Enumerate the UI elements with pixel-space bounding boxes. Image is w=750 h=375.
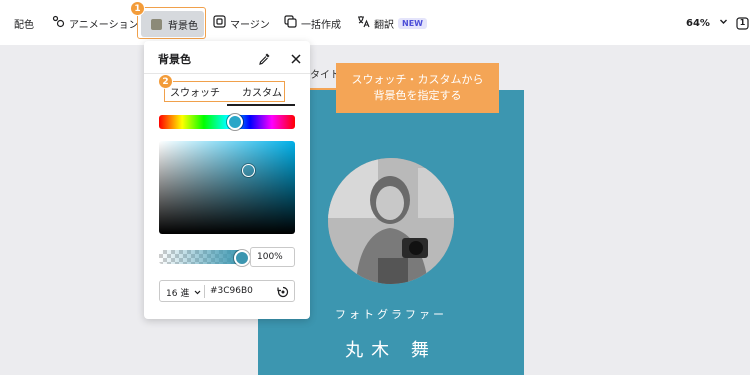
background-highlight-box (137, 7, 206, 39)
zoom-selector[interactable]: 64% (686, 13, 728, 33)
name-text: 丸木 舞 (345, 340, 437, 361)
hex-input[interactable]: #3C96B0 (210, 286, 253, 296)
translate-button[interactable]: 翻訳 NEW (357, 13, 427, 33)
bulk-create-label: 一括作成 (301, 19, 341, 31)
margin-button[interactable]: マージン (213, 13, 270, 33)
new-badge: NEW (398, 17, 427, 29)
translate-icon (357, 15, 370, 31)
animation-icon (52, 15, 65, 31)
margin-label: マージン (230, 19, 270, 31)
color-scheme-label: 配色 (14, 19, 34, 31)
active-tab-indicator (227, 104, 295, 106)
opacity-input[interactable]: 100% (250, 247, 295, 267)
translate-label: 翻訳 (374, 19, 394, 31)
chevron-down-icon (194, 290, 201, 295)
page-button[interactable]: 1 (736, 13, 749, 33)
color-picker-thumb[interactable] (242, 164, 255, 177)
step-badge-1: 1 (130, 1, 145, 16)
callout-line-2: 背景色を指定する (373, 89, 462, 102)
color-mode-select[interactable]: 16 進 (166, 286, 201, 299)
instruction-callout: スウォッチ・カスタムから 背景色を指定する (336, 63, 499, 113)
reset-color-icon[interactable] (276, 284, 290, 303)
margin-icon (213, 15, 226, 31)
opacity-gradient (159, 250, 241, 264)
hue-slider-thumb[interactable] (227, 114, 243, 130)
page-count: 1 (739, 17, 746, 27)
bulk-create-button[interactable]: 一括作成 (284, 13, 341, 33)
panel-title: 背景色 (158, 53, 191, 66)
tabs-highlight-box (164, 81, 285, 102)
chevron-down-icon (719, 17, 728, 29)
opacity-slider-thumb[interactable] (234, 250, 250, 266)
close-icon[interactable] (290, 50, 302, 69)
saturation-value-picker[interactable] (159, 141, 295, 234)
hex-divider (204, 285, 205, 298)
zoom-value: 64% (686, 17, 710, 29)
color-mode-label: 16 進 (166, 289, 190, 299)
animation-label: アニメーション (69, 19, 139, 31)
animation-button[interactable]: アニメーション (52, 13, 139, 33)
profile-photo[interactable] (328, 158, 454, 284)
color-scheme-button[interactable]: 配色 (14, 13, 34, 33)
editor-toolbar: 配色 アニメーション 背景色 1 マージン 一括作成 翻訳 NEW 64% 1 (0, 0, 750, 45)
bulk-create-icon (284, 15, 297, 31)
page-icon: 1 (736, 16, 749, 30)
callout-line-1: スウォッチ・カスタムから (351, 73, 484, 86)
step-badge-2: 2 (158, 74, 173, 89)
hex-input-row: 16 進 #3C96B0 (159, 280, 295, 302)
opacity-slider[interactable] (159, 250, 241, 264)
background-color-panel: 背景色 スウォッチ カスタム 2 100% 16 進 #3C96B0 (144, 41, 310, 319)
eyedropper-icon[interactable] (258, 50, 271, 69)
